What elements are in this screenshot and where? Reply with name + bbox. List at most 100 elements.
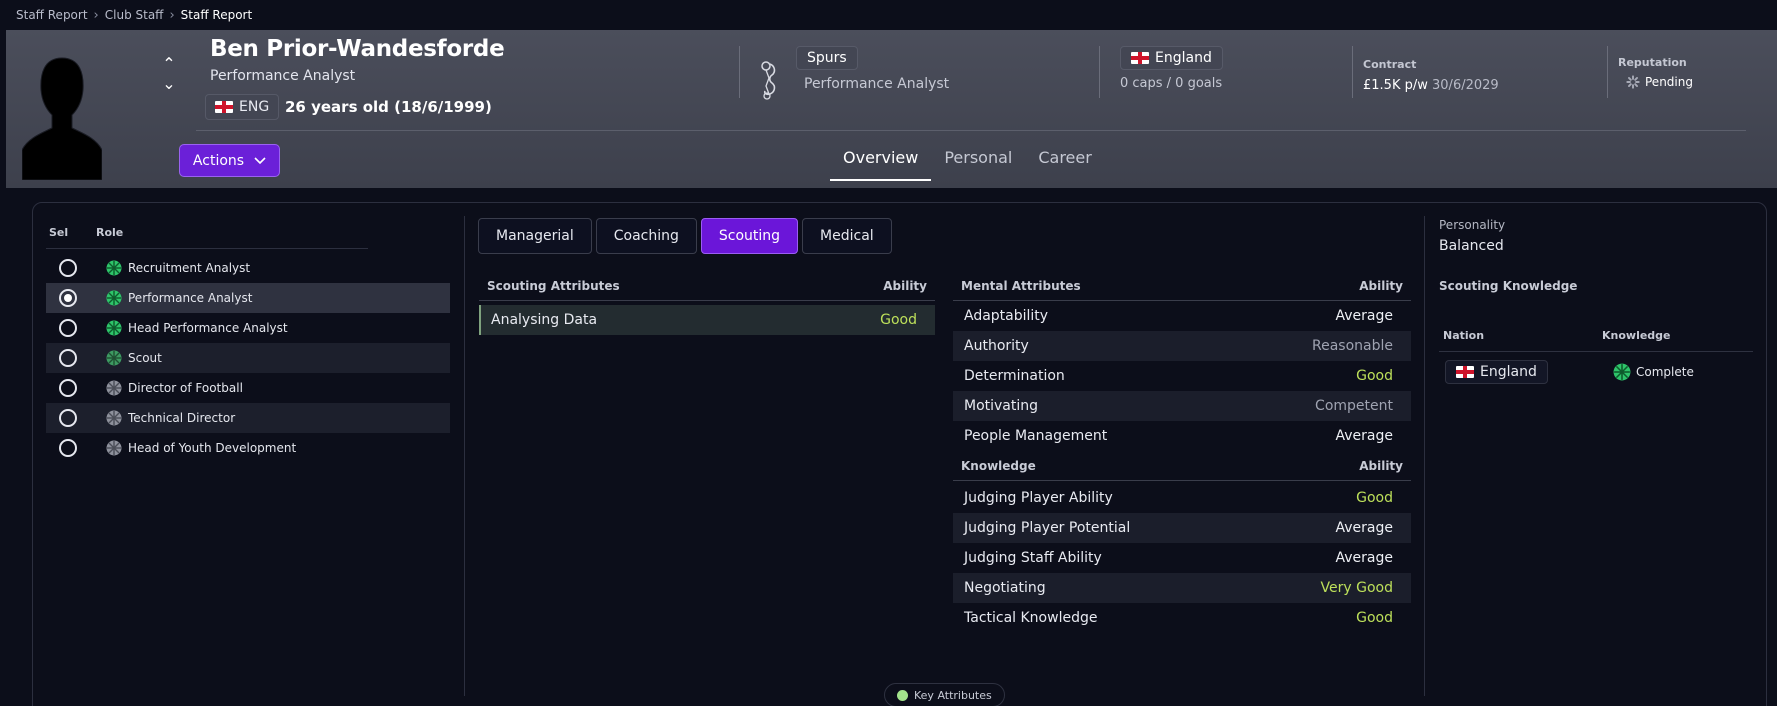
tab-medical[interactable]: Medical [802, 218, 892, 254]
role-row[interactable]: Technical Director [46, 403, 450, 433]
contract-label: Contract [1363, 58, 1417, 71]
attribute-name: Motivating [964, 398, 1039, 414]
breadcrumb: Staff Report › Club Staff › Staff Report [16, 7, 252, 23]
attribute-row[interactable]: Determination Good [953, 361, 1411, 391]
role-label: Performance Analyst [128, 291, 253, 305]
breadcrumb-club-staff[interactable]: Club Staff [105, 8, 164, 22]
green-rating-icon [1613, 363, 1631, 381]
knowledge-level: Complete [1613, 363, 1694, 381]
nationality-code: ENG [239, 99, 270, 115]
panel-divider [464, 216, 465, 696]
attribute-row[interactable]: Judging Staff Ability Average [953, 543, 1411, 573]
role-row[interactable]: Scout [46, 343, 450, 373]
role-label: Director of Football [128, 381, 243, 395]
tab-career[interactable]: Career [1025, 140, 1104, 188]
key-attributes-legend[interactable]: Key Attributes [884, 683, 1005, 706]
header-divider [1607, 46, 1608, 98]
chevron-up-icon[interactable]: ⌃ [162, 56, 175, 72]
attribute-value: Average [1335, 520, 1394, 536]
green-rating-icon [106, 350, 122, 366]
attribute-value: Average [1335, 308, 1394, 324]
staff-nav-arrows: ⌃ ⌄ [159, 56, 179, 92]
role-radio[interactable] [59, 319, 77, 337]
attribute-category-tabs: Managerial Coaching Scouting Medical [478, 218, 892, 254]
role-radio[interactable] [59, 379, 77, 397]
breadcrumb-current: Staff Report [180, 8, 253, 22]
attribute-name: Judging Player Ability [964, 490, 1113, 506]
attribute-row[interactable]: Analysing Data Good [479, 305, 935, 335]
attribute-value: Good [1356, 490, 1393, 506]
staff-name: Ben Prior-Wandesforde [210, 36, 505, 62]
club-role: Performance Analyst [804, 76, 950, 92]
role-row[interactable]: Recruitment Analyst [46, 253, 450, 283]
chevron-down-icon [254, 156, 266, 164]
ability-header: Ability [1359, 278, 1403, 293]
mental-attributes-header: Mental Attributes Ability [953, 271, 1411, 301]
attribute-row[interactable]: People Management Average [953, 421, 1411, 451]
pending-rating-icon [1626, 75, 1640, 89]
role-row[interactable]: Performance Analyst [46, 283, 450, 313]
staff-role: Performance Analyst [210, 68, 356, 84]
role-radio[interactable] [59, 439, 77, 457]
role-label: Technical Director [128, 411, 236, 425]
nationality-chip[interactable]: ENG [205, 94, 280, 120]
country-chip[interactable]: England [1120, 46, 1223, 70]
attribute-value: Competent [1315, 398, 1393, 414]
attribute-name: Negotiating [964, 580, 1046, 596]
grey-rating-icon [106, 410, 122, 426]
staff-header: ⌃ ⌄ Ben Prior-Wandesforde Performance An… [6, 30, 1777, 188]
attribute-row[interactable]: Negotiating Very Good [953, 573, 1411, 603]
chevron-down-icon[interactable]: ⌄ [162, 76, 175, 92]
tab-personal[interactable]: Personal [931, 140, 1025, 188]
role-radio[interactable] [59, 349, 77, 367]
role-column-header: Role [96, 226, 124, 239]
header-divider [1352, 46, 1353, 98]
panel-divider [1424, 216, 1425, 696]
mental-attributes-table: Mental Attributes Ability Adaptability A… [953, 271, 1411, 633]
knowledge-row[interactable]: England Complete [1439, 352, 1753, 392]
attribute-row[interactable]: Authority Reasonable [953, 331, 1411, 361]
ability-header: Ability [883, 278, 927, 293]
attribute-value: Good [1356, 368, 1393, 384]
attribute-name: Judging Player Potential [964, 520, 1131, 536]
header-separator [196, 130, 1746, 131]
role-row[interactable]: Head of Youth Development [46, 433, 450, 463]
attribute-name: Determination [964, 368, 1065, 384]
actions-button[interactable]: Actions [179, 144, 280, 177]
nation-name: England [1480, 364, 1537, 380]
role-label: Head Performance Analyst [128, 321, 288, 335]
england-flag-icon [1131, 52, 1149, 64]
breadcrumb-staff-report[interactable]: Staff Report [16, 8, 88, 22]
role-row[interactable]: Director of Football [46, 373, 450, 403]
tab-coaching[interactable]: Coaching [595, 218, 697, 254]
role-radio[interactable] [59, 409, 77, 427]
role-radio[interactable] [59, 289, 77, 307]
contract-value: £1.5K p/w 30/6/2029 [1363, 78, 1499, 93]
tab-scouting[interactable]: Scouting [700, 218, 799, 254]
scouting-attributes-header: Scouting Attributes Ability [479, 271, 935, 301]
role-row[interactable]: Head Performance Analyst [46, 313, 450, 343]
attribute-row[interactable]: Tactical Knowledge Good [953, 603, 1411, 633]
role-label: Recruitment Analyst [128, 261, 251, 275]
tab-managerial[interactable]: Managerial [478, 218, 592, 254]
nation-chip[interactable]: England [1445, 360, 1548, 384]
attribute-value: Good [1356, 610, 1393, 626]
scouting-knowledge-title: Scouting Knowledge [1439, 279, 1578, 293]
key-attribute-dot-icon [897, 689, 908, 701]
attribute-row[interactable]: Judging Player Potential Average [953, 513, 1411, 543]
attribute-name: Adaptability [964, 308, 1049, 324]
green-rating-icon [106, 290, 122, 306]
reputation-label: Reputation [1618, 56, 1687, 69]
england-flag-icon [1456, 366, 1474, 378]
role-header-line [46, 248, 368, 249]
grey-rating-icon [106, 380, 122, 396]
attribute-row[interactable]: Adaptability Average [953, 301, 1411, 331]
attribute-row[interactable]: Judging Player Ability Good [953, 483, 1411, 513]
club-chip[interactable]: Spurs [796, 46, 858, 70]
scouting-attributes-title: Scouting Attributes [487, 278, 620, 293]
role-radio[interactable] [59, 259, 77, 277]
tab-overview[interactable]: Overview [830, 140, 932, 188]
caps-goals: 0 caps / 0 goals [1120, 76, 1223, 91]
attribute-row[interactable]: Motivating Competent [953, 391, 1411, 421]
club-crest-icon[interactable] [757, 60, 783, 100]
